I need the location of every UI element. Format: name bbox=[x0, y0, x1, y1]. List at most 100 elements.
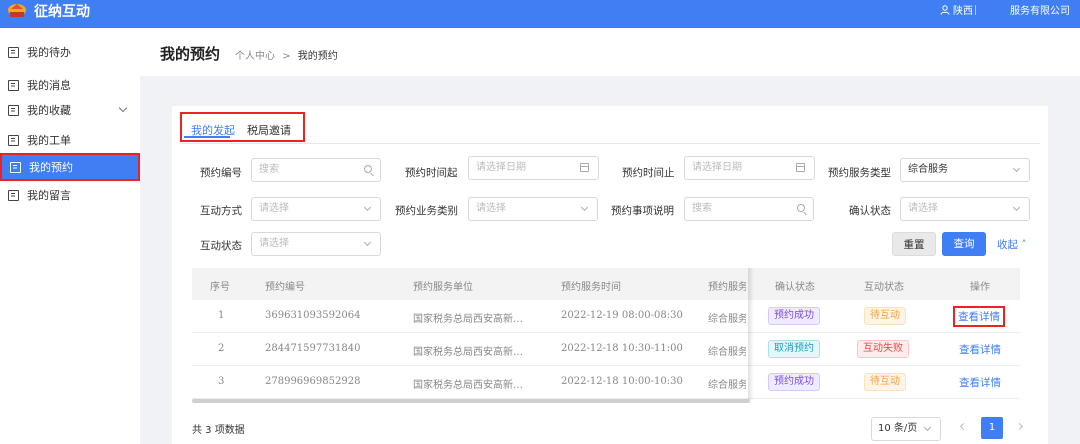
business-type-select[interactable]: 请选择 bbox=[468, 197, 598, 221]
chevron-down-icon bbox=[363, 203, 372, 212]
page-size-select[interactable]: 10 条/页 bbox=[871, 417, 941, 441]
time-to-date-picker[interactable]: 请选择日期 bbox=[684, 156, 815, 180]
breadcrumb-item: 我的预约 bbox=[297, 51, 338, 62]
app-name: 征纳互动 bbox=[34, 4, 90, 20]
filter-label: 预约编号 bbox=[200, 167, 242, 179]
row-index: 2 bbox=[218, 343, 225, 354]
sidebar-item-messages[interactable]: 我的消息 bbox=[0, 72, 140, 98]
view-details-link[interactable]: 查看详情 bbox=[953, 306, 1005, 327]
placeholder-text: 请选择日期 bbox=[692, 162, 742, 173]
sidebar-item-label: 我的留言 bbox=[27, 189, 71, 202]
placeholder-text: 搜索 bbox=[259, 164, 279, 175]
document-icon bbox=[10, 161, 21, 173]
appt-no: 284471597731840 bbox=[265, 343, 361, 354]
tab-active-indicator bbox=[184, 136, 230, 138]
sidebar-item-label: 我的待办 bbox=[27, 46, 71, 59]
chevron-down-icon bbox=[580, 203, 589, 212]
calendar-icon bbox=[580, 163, 589, 172]
company-name: 服务有限公司 bbox=[1010, 6, 1070, 17]
service-unit: 国家税务总局西安高新… bbox=[413, 347, 523, 358]
divider bbox=[180, 143, 1040, 144]
user-area[interactable]: 陕西 服务有限公司 bbox=[940, 2, 1070, 17]
interact-status-select[interactable]: 请选择 bbox=[251, 232, 381, 256]
divider bbox=[975, 4, 976, 15]
placeholder-text: 搜索 bbox=[692, 203, 712, 214]
sidebar-item-label: 我的消息 bbox=[27, 79, 71, 92]
filter-label: 预约时间起 bbox=[405, 167, 458, 179]
service-time: 2022-12-18 10:30-11:00 bbox=[561, 343, 683, 354]
status-badge: 待互动 bbox=[864, 373, 906, 391]
view-details-link[interactable]: 查看详情 bbox=[959, 342, 1001, 357]
table-header: 序号 预约编号 预约服务单位 预约服务时间 预约服务 确认状态 互动状态 操作 bbox=[192, 268, 1020, 300]
service-type-select[interactable]: 综合服务 bbox=[900, 158, 1030, 182]
document-icon bbox=[8, 46, 19, 58]
column-header: 序号 bbox=[210, 282, 230, 293]
page-number-current[interactable]: 1 bbox=[981, 417, 1003, 439]
service-time: 2022-12-19 08:00-08:30 bbox=[561, 310, 683, 321]
document-icon bbox=[8, 134, 19, 146]
calendar-icon bbox=[796, 163, 805, 172]
total-count: 共 3 项数据 bbox=[192, 425, 245, 436]
table-row: 3 278996969852928 国家税务总局西安高新… 2022-12-18… bbox=[192, 366, 1020, 399]
view-details-link[interactable]: 查看详情 bbox=[959, 375, 1001, 390]
table-row: 1 369631093592064 国家税务总局西安高新… 2022-12-19… bbox=[192, 300, 1020, 333]
filter-label: 预约事项说明 bbox=[611, 205, 674, 217]
placeholder-text: 请选择日期 bbox=[476, 162, 526, 173]
sidebar-item-todo[interactable]: 我的待办 bbox=[0, 39, 140, 65]
status-badge: 互动失败 bbox=[857, 340, 909, 358]
placeholder-text: 请选择 bbox=[259, 238, 289, 249]
row-index: 1 bbox=[218, 310, 225, 321]
sidebar-item-comments[interactable]: 我的留言 bbox=[0, 182, 140, 208]
reset-button[interactable]: 重置 bbox=[892, 232, 936, 256]
service-unit: 国家税务总局西安高新… bbox=[413, 380, 523, 391]
collapse-link[interactable]: 收起 ˄ bbox=[997, 237, 1027, 252]
query-button[interactable]: 查询 bbox=[942, 232, 986, 256]
status-badge: 待互动 bbox=[864, 307, 906, 325]
service-type: 综合服务 bbox=[708, 380, 746, 391]
user-icon bbox=[940, 4, 950, 15]
placeholder-text: 请选择 bbox=[476, 203, 506, 214]
document-icon bbox=[8, 189, 19, 201]
chevron-down-icon bbox=[1012, 164, 1021, 173]
filter-label: 预约时间止 bbox=[622, 167, 675, 179]
status-badge: 取消预约 bbox=[768, 340, 820, 358]
interact-mode-select[interactable]: 请选择 bbox=[251, 197, 381, 221]
filter-label: 互动状态 bbox=[200, 240, 242, 252]
service-time: 2022-12-18 10:00-10:30 bbox=[561, 376, 683, 387]
sidebar-item-favorites[interactable]: 我的收藏 bbox=[0, 97, 140, 123]
confirm-status-select[interactable]: 请选择 bbox=[900, 197, 1030, 221]
column-header: 预约服务单位 bbox=[413, 282, 473, 293]
page-size-value: 10 条/页 bbox=[878, 423, 918, 434]
column-header: 预约服务 bbox=[708, 282, 746, 293]
chevron-up-icon: ˄ bbox=[1021, 239, 1027, 251]
appt-no: 278996969852928 bbox=[265, 376, 361, 387]
tab-invitations[interactable]: 税局邀请 bbox=[247, 122, 291, 138]
chevron-down-icon bbox=[1012, 203, 1021, 212]
placeholder-text: 请选择 bbox=[259, 203, 289, 214]
service-unit: 国家税务总局西安高新… bbox=[413, 314, 523, 325]
column-header: 预约服务时间 bbox=[561, 282, 621, 293]
item-desc-search-input[interactable]: 搜索 bbox=[684, 197, 814, 221]
page-title: 我的预约 bbox=[160, 45, 221, 63]
document-icon bbox=[8, 79, 19, 91]
breadcrumb: 个人中心 > 我的预约 bbox=[235, 47, 338, 62]
breadcrumb-item[interactable]: 个人中心 bbox=[235, 51, 275, 62]
sidebar-item-label: 我的工单 bbox=[27, 134, 71, 147]
sidebar-item-workorders[interactable]: 我的工单 bbox=[0, 127, 140, 153]
time-from-date-picker[interactable]: 请选择日期 bbox=[468, 156, 599, 180]
column-header: 互动状态 bbox=[864, 282, 904, 293]
horizontal-scrollbar[interactable] bbox=[192, 399, 750, 403]
sidebar-item-label: 我的收藏 bbox=[27, 104, 71, 117]
page-header: 我的预约 个人中心 > 我的预约 bbox=[140, 28, 1080, 76]
filter-label: 预约业务类别 bbox=[395, 205, 458, 217]
sidebar-item-appointments[interactable]: 我的预约 bbox=[0, 153, 140, 181]
status-badge: 预约成功 bbox=[768, 373, 820, 391]
chevron-down-icon bbox=[118, 103, 128, 113]
user-name: 陕西 bbox=[953, 6, 973, 17]
document-icon bbox=[8, 104, 19, 116]
service-type: 综合服务 bbox=[708, 347, 746, 358]
service-type: 综合服务 bbox=[708, 314, 746, 325]
collapse-label: 收起 bbox=[997, 239, 1018, 251]
column-header: 预约编号 bbox=[265, 282, 305, 293]
appt-no-search-input[interactable]: 搜索 bbox=[251, 158, 381, 182]
